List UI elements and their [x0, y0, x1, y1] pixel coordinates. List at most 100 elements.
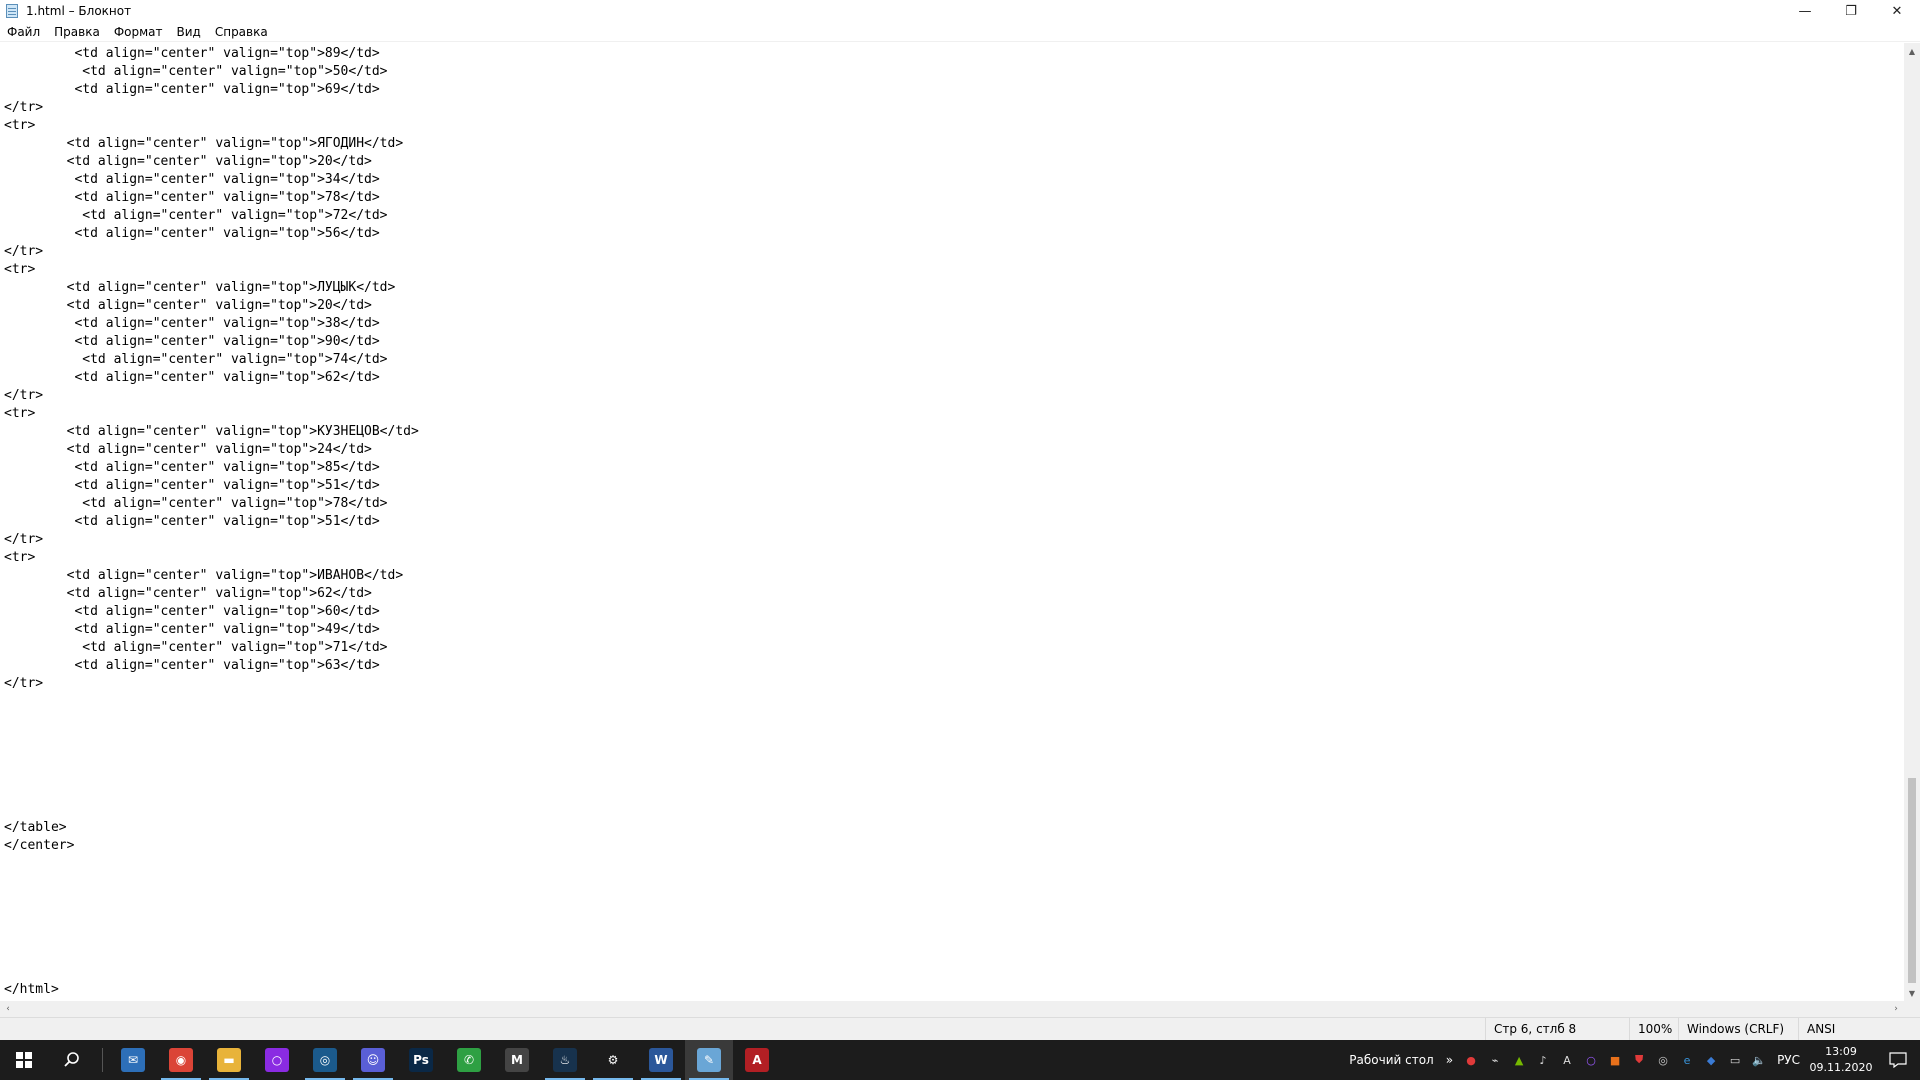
- code-line[interactable]: <td align="center" valign="top">72</td>: [4, 207, 1904, 225]
- scroll-left-icon[interactable]: ‹: [0, 1001, 16, 1017]
- code-line[interactable]: [4, 693, 1904, 711]
- code-line[interactable]: <td align="center" valign="top">90</td>: [4, 333, 1904, 351]
- code-line[interactable]: <td align="center" valign="top">49</td>: [4, 621, 1904, 639]
- circle-tray-icon[interactable]: ○: [1583, 1052, 1599, 1068]
- code-line[interactable]: <td align="center" valign="top">71</td>: [4, 639, 1904, 657]
- search-button[interactable]: [48, 1040, 96, 1080]
- taskbar-app-phone-app[interactable]: ✆: [445, 1040, 493, 1080]
- volume-icon[interactable]: 🔈: [1751, 1052, 1767, 1068]
- code-line[interactable]: [4, 891, 1904, 909]
- code-line[interactable]: [4, 729, 1904, 747]
- desktop-toolbar-label[interactable]: Рабочий стол: [1343, 1053, 1439, 1067]
- code-line[interactable]: <td align="center" valign="top">74</td>: [4, 351, 1904, 369]
- taskbar-app-steam[interactable]: ♨: [541, 1040, 589, 1080]
- edge-icon[interactable]: e: [1679, 1052, 1695, 1068]
- taskbar-app-discord[interactable]: ☺: [349, 1040, 397, 1080]
- language-indicator[interactable]: РУС: [1771, 1053, 1806, 1067]
- code-line[interactable]: <td align="center" valign="top">34</td>: [4, 171, 1904, 189]
- code-line[interactable]: </tr>: [4, 531, 1904, 549]
- code-line[interactable]: <td align="center" valign="top">51</td>: [4, 513, 1904, 531]
- menu-file[interactable]: Файл: [0, 22, 47, 42]
- code-line[interactable]: </html>: [4, 981, 1904, 999]
- antivirus-icon[interactable]: A: [1559, 1052, 1575, 1068]
- clock[interactable]: 13:09 09.11.2020: [1806, 1044, 1876, 1076]
- code-line[interactable]: <td align="center" valign="top">20</td>: [4, 297, 1904, 315]
- code-line[interactable]: <td align="center" valign="top">63</td>: [4, 657, 1904, 675]
- code-text[interactable]: <td align="center" valign="top">89</td> …: [0, 43, 1904, 999]
- code-line[interactable]: <td align="center" valign="top">78</td>: [4, 495, 1904, 513]
- code-line[interactable]: [4, 855, 1904, 873]
- code-line[interactable]: <td align="center" valign="top">ЛУЦЫК</t…: [4, 279, 1904, 297]
- menu-help[interactable]: Справка: [208, 22, 275, 42]
- taskbar-app-file-explorer[interactable]: ▬: [205, 1040, 253, 1080]
- code-line[interactable]: <td align="center" valign="top">56</td>: [4, 225, 1904, 243]
- code-line[interactable]: [4, 765, 1904, 783]
- code-line[interactable]: [4, 963, 1904, 981]
- code-line[interactable]: </table>: [4, 819, 1904, 837]
- code-line[interactable]: </tr>: [4, 675, 1904, 693]
- network-icon[interactable]: ▭: [1727, 1052, 1743, 1068]
- close-button[interactable]: ✕: [1874, 0, 1920, 22]
- taskbar-app-settings[interactable]: ⚙: [589, 1040, 637, 1080]
- code-line[interactable]: <td align="center" valign="top">69</td>: [4, 81, 1904, 99]
- taskbar-app-chrome[interactable]: ◉: [157, 1040, 205, 1080]
- scroll-right-icon[interactable]: ›: [1888, 1001, 1904, 1017]
- taskbar-app-m-app[interactable]: M: [493, 1040, 541, 1080]
- vertical-scroll-thumb[interactable]: [1908, 778, 1916, 983]
- code-line[interactable]: <td align="center" valign="top">КУЗНЕЦОВ…: [4, 423, 1904, 441]
- code-line[interactable]: [4, 747, 1904, 765]
- code-line[interactable]: <tr>: [4, 117, 1904, 135]
- code-line[interactable]: [4, 783, 1904, 801]
- record-icon[interactable]: ●: [1463, 1052, 1479, 1068]
- taskbar-app-mail-app[interactable]: ✉: [109, 1040, 157, 1080]
- menu-format[interactable]: Формат: [107, 22, 170, 42]
- code-line[interactable]: <tr>: [4, 261, 1904, 279]
- taskbar-app-circle-app[interactable]: ○: [253, 1040, 301, 1080]
- title-bar[interactable]: 1.html – Блокнот — ❐ ✕: [0, 0, 1920, 22]
- start-button[interactable]: [0, 1040, 48, 1080]
- code-line[interactable]: </tr>: [4, 387, 1904, 405]
- horizontal-scrollbar[interactable]: ‹ ›: [0, 1001, 1904, 1017]
- code-line[interactable]: [4, 909, 1904, 927]
- code-line[interactable]: [4, 945, 1904, 963]
- code-line[interactable]: <td align="center" valign="top">ИВАНОВ</…: [4, 567, 1904, 585]
- code-line[interactable]: <td align="center" valign="top">78</td>: [4, 189, 1904, 207]
- code-line[interactable]: <td align="center" valign="top">89</td>: [4, 45, 1904, 63]
- menu-view[interactable]: Вид: [170, 22, 208, 42]
- shield-icon[interactable]: ⛊: [1631, 1052, 1647, 1068]
- code-line[interactable]: [4, 873, 1904, 891]
- text-editor[interactable]: <td align="center" valign="top">89</td> …: [0, 43, 1904, 1001]
- code-line[interactable]: <td align="center" valign="top">62</td>: [4, 585, 1904, 603]
- minimize-button[interactable]: —: [1782, 0, 1828, 22]
- scroll-down-icon[interactable]: ▼: [1904, 985, 1920, 1001]
- taskbar-app-steam-like[interactable]: ◎: [301, 1040, 349, 1080]
- code-line[interactable]: <td align="center" valign="top">20</td>: [4, 153, 1904, 171]
- code-line[interactable]: <td align="center" valign="top">50</td>: [4, 63, 1904, 81]
- toolbar-expand-icon[interactable]: »: [1440, 1053, 1459, 1067]
- maximize-button[interactable]: ❐: [1828, 0, 1874, 22]
- code-line[interactable]: <td align="center" valign="top">85</td>: [4, 459, 1904, 477]
- notification-button[interactable]: [1876, 1040, 1920, 1080]
- orange-tray-icon[interactable]: ■: [1607, 1052, 1623, 1068]
- taskbar-app-red-circle-app[interactable]: A: [733, 1040, 781, 1080]
- nvidia-icon[interactable]: ▲: [1511, 1052, 1527, 1068]
- code-line[interactable]: [4, 801, 1904, 819]
- code-line[interactable]: </center>: [4, 837, 1904, 855]
- code-line[interactable]: <tr>: [4, 549, 1904, 567]
- vertical-scrollbar[interactable]: ▲ ▼: [1904, 43, 1920, 1001]
- code-line[interactable]: </tr>: [4, 243, 1904, 261]
- code-line[interactable]: [4, 711, 1904, 729]
- code-line[interactable]: <td align="center" valign="top">51</td>: [4, 477, 1904, 495]
- mic-mute-icon[interactable]: ⌁: [1487, 1052, 1503, 1068]
- steam-tray-icon[interactable]: ◎: [1655, 1052, 1671, 1068]
- code-line[interactable]: [4, 927, 1904, 945]
- microphone-icon[interactable]: ♪: [1535, 1052, 1551, 1068]
- code-line[interactable]: <td align="center" valign="top">ЯГОДИН</…: [4, 135, 1904, 153]
- taskbar-app-notepad[interactable]: ✎: [685, 1040, 733, 1080]
- menu-edit[interactable]: Правка: [47, 22, 107, 42]
- dropbox-icon[interactable]: ◆: [1703, 1052, 1719, 1068]
- code-line[interactable]: <td align="center" valign="top">60</td>: [4, 603, 1904, 621]
- scroll-up-icon[interactable]: ▲: [1904, 43, 1920, 59]
- code-line[interactable]: </tr>: [4, 99, 1904, 117]
- code-line[interactable]: <tr>: [4, 405, 1904, 423]
